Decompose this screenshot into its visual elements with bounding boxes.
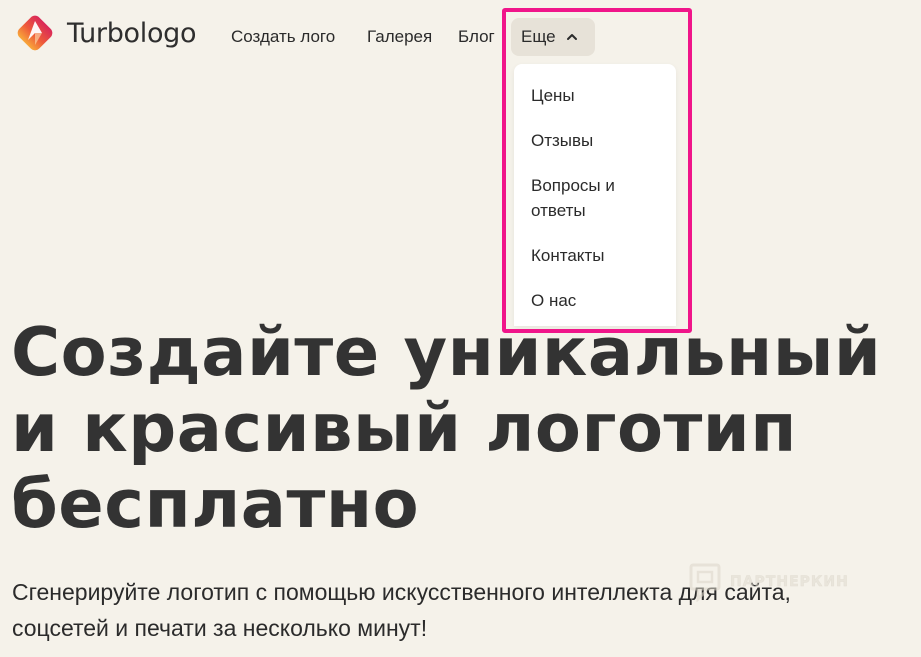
chevron-up-icon bbox=[566, 34, 577, 40]
hero-subtitle: Сгенерируйте логотип с помощью искусстве… bbox=[12, 579, 791, 641]
nav-more-label: Еще bbox=[521, 27, 556, 46]
menu-item-about[interactable]: О нас bbox=[531, 288, 576, 313]
brand-logo[interactable]: Turbologo bbox=[12, 10, 197, 56]
nav-gallery[interactable]: Галерея bbox=[367, 27, 432, 47]
turbologo-diamond-icon bbox=[17, 15, 53, 51]
menu-item-contacts[interactable]: Контакты bbox=[531, 243, 604, 268]
menu-item-reviews[interactable]: Отзывы bbox=[531, 128, 593, 153]
nav-more-button[interactable]: Еще bbox=[511, 18, 595, 56]
nav-blog[interactable]: Блог bbox=[458, 27, 495, 47]
site-header: Turbologo Создать лого Галерея Блог Еще bbox=[0, 0, 921, 76]
more-dropdown-menu: Цены Отзывы Вопросы и ответы Контакты О … bbox=[514, 64, 676, 326]
hero-title: Создайте уникальный и красивый логотип б… bbox=[11, 313, 882, 543]
menu-item-prices[interactable]: Цены bbox=[531, 83, 575, 108]
menu-item-faq[interactable]: Вопросы и ответы bbox=[531, 173, 661, 223]
brand-name: Turbologo bbox=[67, 17, 197, 49]
nav-create-logo[interactable]: Создать лого bbox=[231, 27, 335, 47]
